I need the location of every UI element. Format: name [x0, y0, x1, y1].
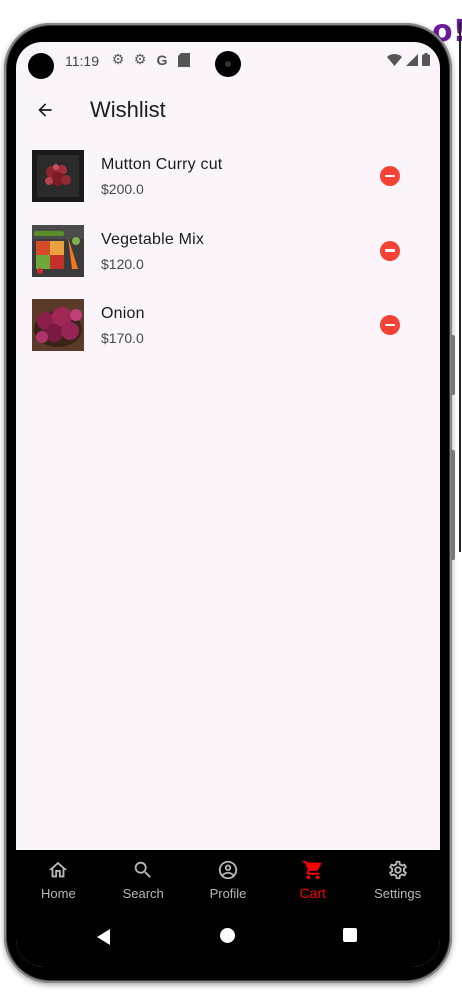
sd-card-icon [176, 52, 192, 68]
settings-icon [388, 860, 407, 880]
nav-item-home[interactable]: Home [16, 850, 101, 911]
app-screen: 11:19 ⚙ ⚙ G Wishlist Mutton Curry cut $2… [16, 42, 440, 967]
system-recents-icon[interactable] [343, 928, 357, 942]
system-navigation-bar [16, 911, 440, 967]
remove-button[interactable] [380, 240, 400, 261]
app-bar: Wishlist [16, 82, 440, 138]
search-icon [134, 861, 151, 878]
front-camera [215, 51, 241, 77]
cart-icon [302, 860, 322, 880]
status-time: 11:19 [65, 53, 99, 69]
product-price: $120.0 [101, 255, 144, 272]
remove-circle-icon [385, 249, 395, 252]
remove-button[interactable] [380, 166, 400, 186]
system-back-icon[interactable] [97, 929, 110, 945]
product-image-vegetables [32, 224, 84, 277]
signal-icon [406, 53, 418, 71]
wishlist-item[interactable]: Onion $170.0 [16, 295, 440, 370]
product-name: Vegetable Mix [101, 230, 205, 248]
status-notification-icons: ⚙ ⚙ G [110, 52, 192, 68]
product-name: Mutton Curry cut [101, 156, 223, 173]
gear-icon: ⚙ [133, 52, 147, 68]
wishlist-item[interactable]: Mutton Curry cut $200.0 [16, 146, 440, 221]
nav-label-profile: Profile [209, 886, 247, 901]
bottom-navigation-bar: Home Search Profile Cart Settings [16, 850, 440, 911]
battery-icon [422, 53, 430, 71]
product-name: Onion [101, 305, 145, 322]
remove-circle-icon [385, 174, 395, 178]
nav-label-cart: Cart [299, 885, 327, 901]
nav-item-cart[interactable]: Cart [270, 850, 355, 911]
wishlist-item[interactable]: Vegetable Mix $120.0 [16, 221, 440, 296]
status-system-icons [387, 53, 430, 71]
remove-button[interactable] [380, 315, 400, 335]
volume-button [451, 335, 455, 395]
profile-icon [218, 860, 238, 880]
gear-icon: ⚙ [111, 52, 125, 68]
nav-item-profile[interactable]: Profile [186, 850, 271, 911]
page-title: Wishlist [90, 97, 166, 122]
nav-label-settings: Settings [374, 886, 422, 901]
background-window-edge [459, 22, 461, 552]
back-button[interactable] [31, 96, 59, 124]
product-price: $170.0 [101, 330, 144, 346]
google-icon: G [156, 52, 168, 68]
nav-label-search: Search [122, 886, 164, 901]
system-home-icon[interactable] [220, 928, 235, 943]
arrow-back-icon [38, 103, 52, 117]
nav-item-settings[interactable]: Settings [355, 850, 440, 911]
camera-cutout [28, 53, 54, 79]
power-button [451, 450, 455, 560]
wifi-icon [387, 53, 402, 71]
nav-label-home: Home [41, 886, 76, 901]
product-image-mutton [32, 150, 84, 202]
status-bar: 11:19 ⚙ ⚙ G [16, 42, 440, 82]
home-icon [49, 861, 68, 878]
product-price: $200.0 [101, 181, 144, 197]
wishlist-list: Mutton Curry cut $200.0 Vegetable Mix $1… [16, 146, 440, 370]
product-image-onion [32, 299, 84, 351]
remove-circle-icon [385, 323, 395, 327]
nav-item-search[interactable]: Search [101, 850, 186, 911]
